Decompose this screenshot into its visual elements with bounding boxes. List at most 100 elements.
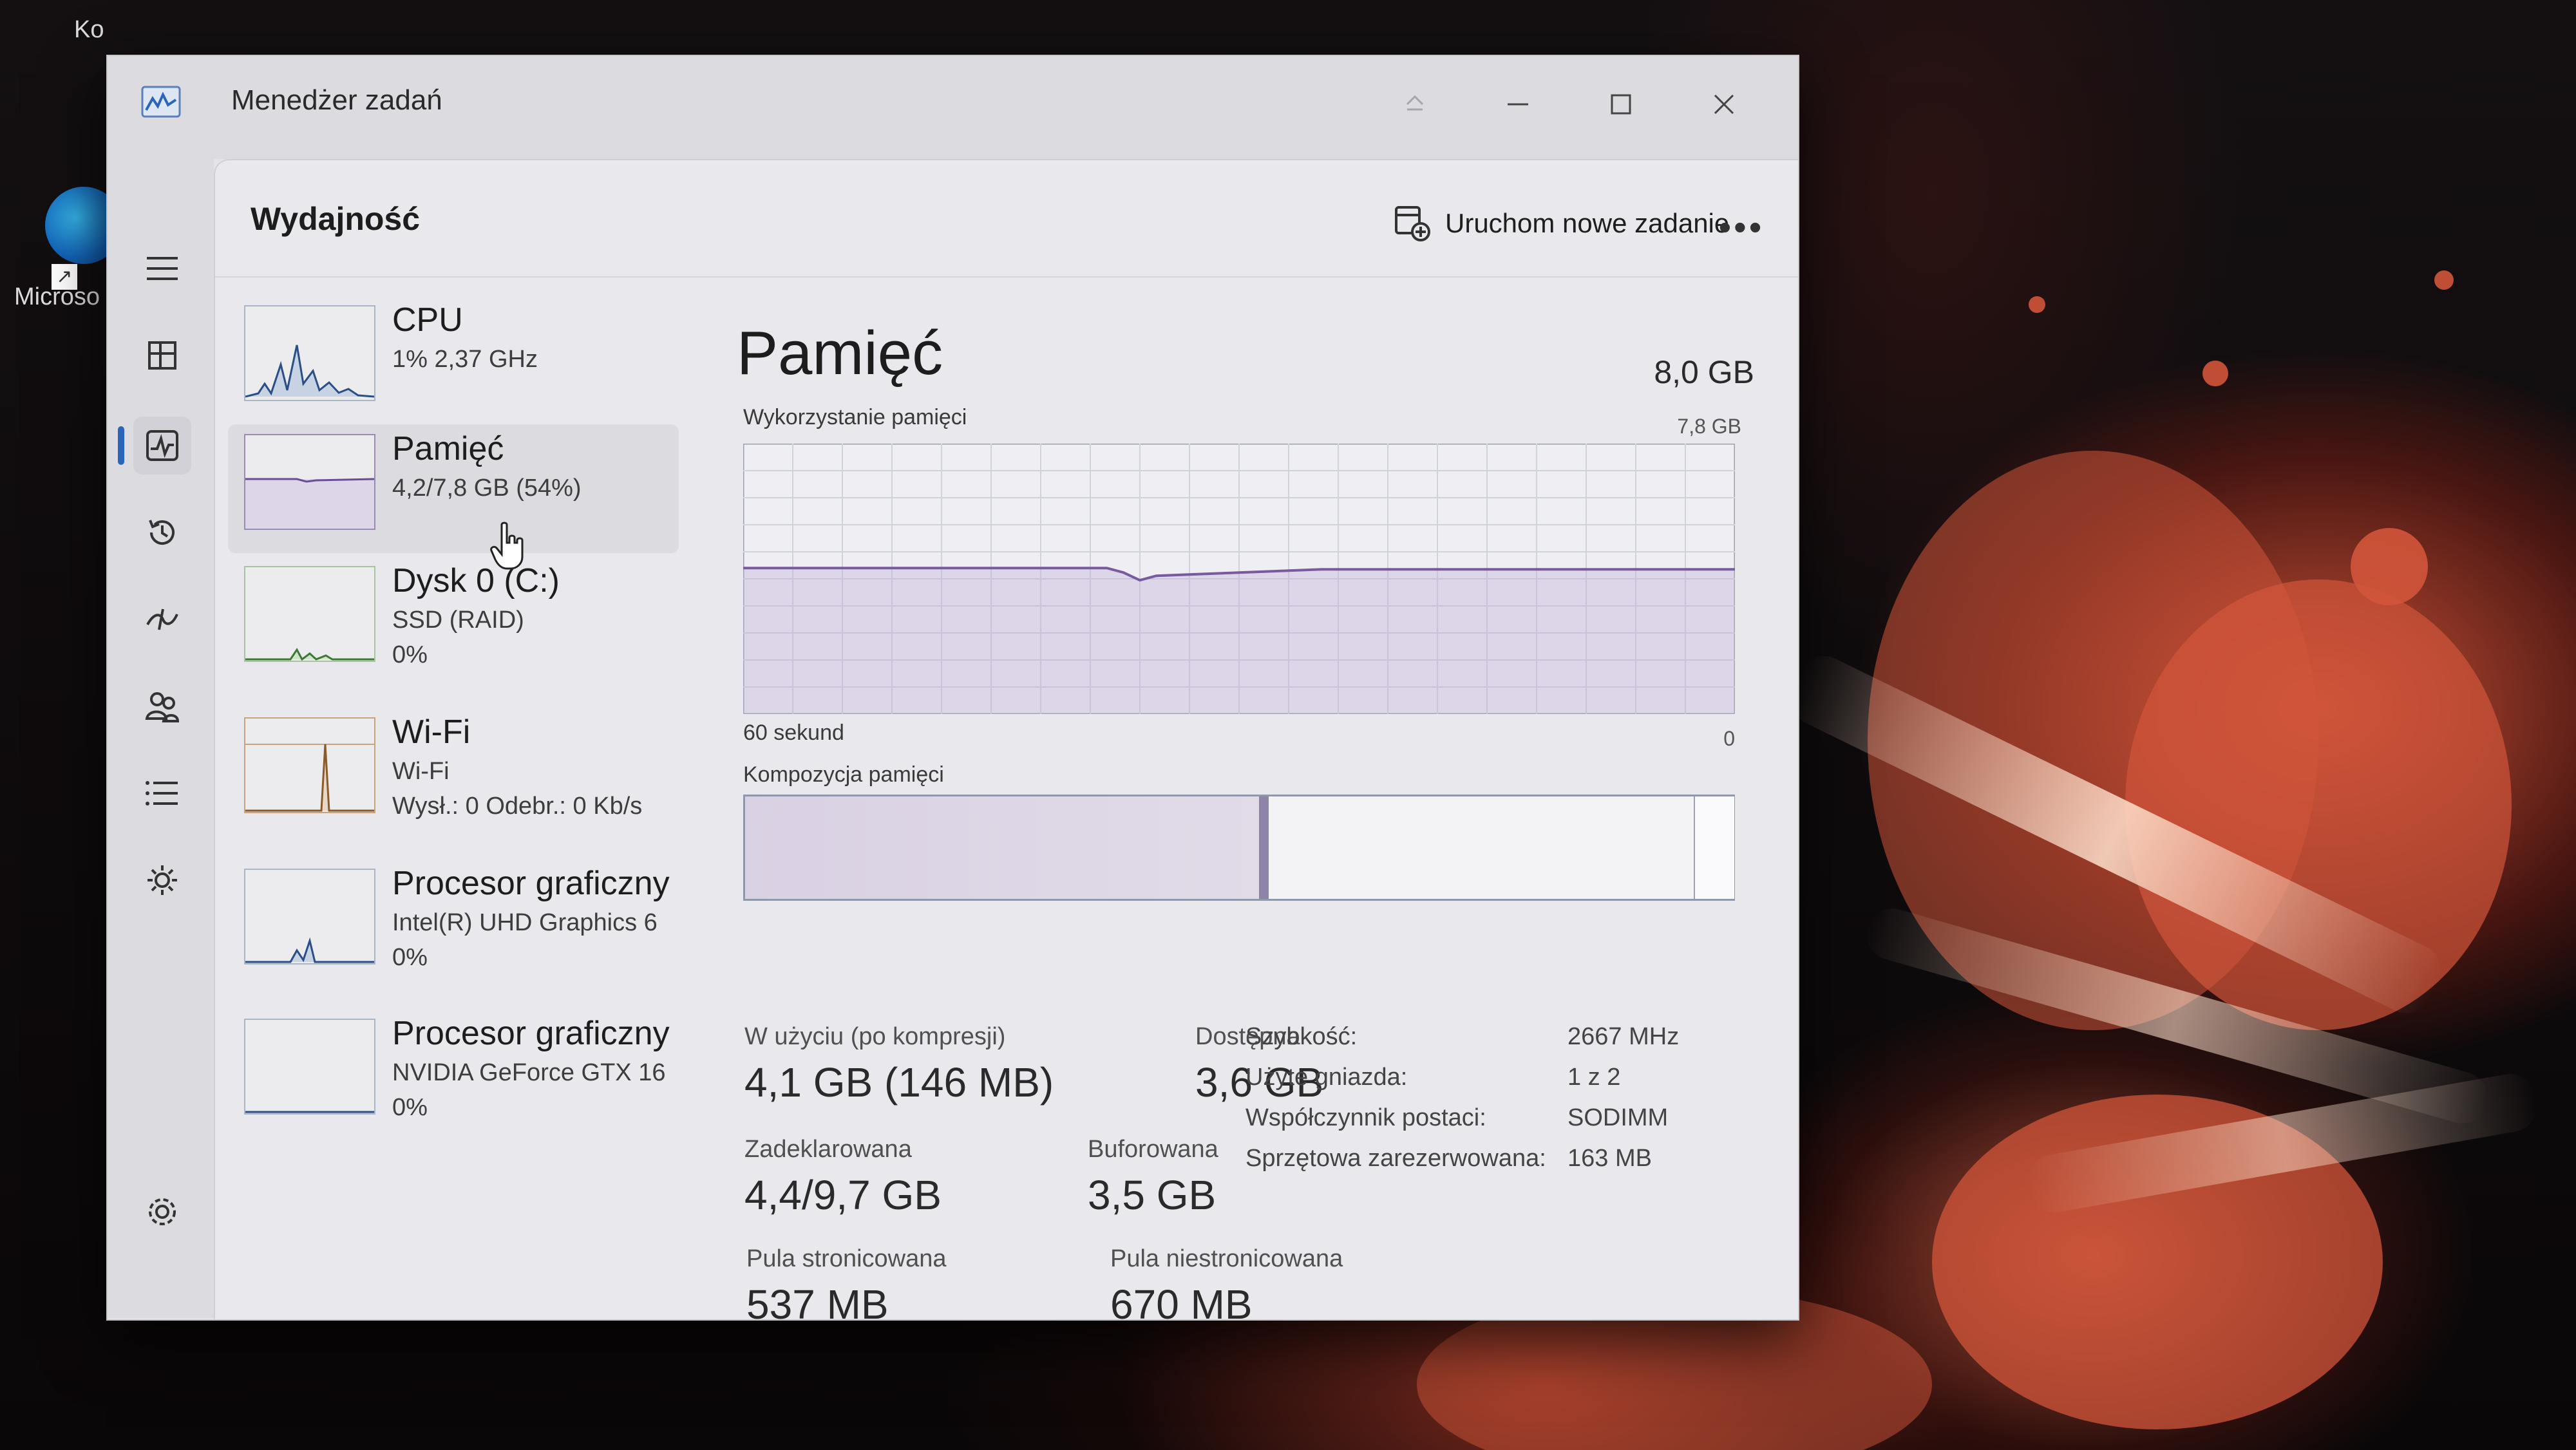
- cpu-sparkline: [245, 344, 374, 398]
- close-button[interactable]: [1692, 75, 1756, 133]
- memory-total: 8,0 GB: [1654, 354, 1754, 390]
- gpu0-sparkline: [245, 937, 374, 963]
- hamburger-menu-button[interactable]: [133, 240, 191, 297]
- device-throughput: Wysł.: 0 Odebr.: 0 Kb/s: [392, 793, 643, 820]
- paged-pool-value: 537 MB: [746, 1281, 889, 1321]
- gpu0-thumbnail-graph: [244, 869, 375, 965]
- device-item-gpu-0[interactable]: Procesor graficzny Intel(R) UHD Graphics…: [228, 859, 679, 988]
- processes-icon: [148, 341, 176, 370]
- splash-shape: [2434, 270, 2454, 290]
- nav-app-history[interactable]: [133, 504, 191, 561]
- hamburger-icon: [147, 257, 178, 280]
- nav-processes[interactable]: [133, 326, 191, 384]
- maximize-icon: [1611, 94, 1631, 115]
- device-item-wifi[interactable]: Wi-Fi Wi-Fi Wysł.: 0 Odebr.: 0 Kb/s: [228, 708, 679, 836]
- spec-speed-value: 2667 MHz: [1567, 1023, 1680, 1050]
- run-new-task-label: Uruchom nowe zadanie: [1445, 208, 1730, 238]
- cpu-thumbnail-graph: [244, 305, 375, 401]
- composition-label: Kompozycja pamięci: [743, 762, 944, 787]
- maximize-button[interactable]: [1589, 75, 1653, 133]
- disk-thumbnail-graph: [244, 566, 375, 662]
- device-title: CPU: [392, 301, 463, 339]
- usage-area: [743, 568, 1735, 714]
- composition-standby[interactable]: [1269, 796, 1694, 899]
- device-title: Procesor graficzny: [392, 865, 670, 902]
- committed-label: Zadeklarowana: [744, 1136, 912, 1163]
- device-subtitle: 1% 2,37 GHz: [392, 346, 538, 373]
- detail-title: Pamięć: [737, 319, 943, 388]
- graph-time-span-label: 60 sekund: [743, 720, 844, 745]
- cached-value: 3,5 GB: [1088, 1172, 1217, 1218]
- device-item-cpu[interactable]: CPU 1% 2,37 GHz: [228, 296, 679, 424]
- nav-details[interactable]: [133, 764, 191, 822]
- nav-performance[interactable]: [133, 417, 191, 475]
- spec-form-factor-value: SODIMM: [1567, 1104, 1669, 1131]
- startup-icon: [146, 608, 178, 630]
- settings-button[interactable]: [133, 1183, 191, 1241]
- nav-services[interactable]: [133, 851, 191, 909]
- spec-hw-reserved-value: 163 MB: [1567, 1145, 1652, 1172]
- task-manager-app-icon: [141, 86, 181, 118]
- device-item-disk[interactable]: Dysk 0 (C:) SSD (RAID) 0%: [228, 556, 679, 685]
- task-manager-window: Menedżer zadań Wydajność Uruchom nowe za…: [106, 55, 1799, 1321]
- title-bar[interactable]: Menedżer zadań: [108, 56, 1798, 159]
- spec-speed-key: Szybkość:: [1245, 1023, 1358, 1050]
- nonpaged-pool-value: 670 MB: [1110, 1281, 1253, 1321]
- device-item-gpu-1[interactable]: Procesor graficzny NVIDIA GeForce GTX 16…: [228, 1009, 679, 1138]
- device-item-memory[interactable]: Pamięć 4,2/7,8 GB (54%): [228, 424, 679, 553]
- gpu1-sparkline: [245, 1111, 374, 1113]
- active-indicator: [118, 426, 124, 465]
- nonpaged-pool-label: Pula niestronicowana: [1110, 1245, 1343, 1272]
- content-header: Wydajność Uruchom nowe zadanie •••: [215, 160, 1798, 278]
- memory-composition-bar: [743, 795, 1735, 901]
- desktop-icon-label: Ko: [74, 16, 104, 43]
- performance-icon: [146, 430, 178, 461]
- device-subtitle: SSD (RAID): [392, 607, 524, 634]
- more-options-button[interactable]: •••: [1712, 204, 1770, 249]
- usage-graph-label: Wykorzystanie pamięci: [743, 405, 967, 429]
- device-subtitle: Wi-Fi: [392, 758, 450, 785]
- desktop-icon-label: Microso: [14, 283, 100, 310]
- paged-pool-label: Pula stronicowana: [746, 1245, 947, 1272]
- in-use-label: W użyciu (po kompresji): [744, 1023, 1006, 1050]
- device-title: Dysk 0 (C:): [392, 562, 560, 599]
- graph-axis-zero: 0: [1723, 727, 1735, 750]
- device-subtitle: 4,2/7,8 GB (54%): [392, 475, 582, 502]
- minimize-button[interactable]: [1486, 75, 1550, 133]
- details-list-icon: [146, 781, 178, 805]
- memory-usage-graph: [743, 444, 1735, 714]
- nav-startup-apps[interactable]: [133, 590, 191, 648]
- composition-in-use[interactable]: [745, 796, 1259, 899]
- cached-label: Buforowana: [1088, 1136, 1218, 1163]
- committed-value: 4,4/9,7 GB: [744, 1172, 942, 1218]
- snap-icon: [1383, 75, 1447, 133]
- device-subtitle: Intel(R) UHD Graphics 6: [392, 909, 658, 936]
- device-title: Pamięć: [392, 430, 504, 467]
- desktop-icon-edge[interactable]: ↗ Microso: [0, 187, 122, 341]
- minimize-icon: [1508, 103, 1528, 106]
- device-title: Procesor graficzny: [392, 1015, 670, 1052]
- composition-free[interactable]: [1693, 796, 1734, 899]
- mouse-cursor-hand-icon: [490, 522, 524, 570]
- device-usage: 0%: [392, 1094, 428, 1121]
- splash-shape: [2202, 361, 2228, 386]
- wifi-thumbnail-graph: [244, 717, 375, 813]
- disk-sparkline: [245, 648, 374, 661]
- in-use-value: 4,1 GB (146 MB): [744, 1059, 1054, 1106]
- composition-modified[interactable]: [1258, 796, 1269, 899]
- performance-panel: Wydajność Uruchom nowe zadanie ••• CPU 1…: [214, 159, 1798, 1321]
- nav-users[interactable]: [133, 677, 191, 735]
- close-icon: [1714, 94, 1734, 115]
- settings-gear-icon: [149, 1198, 176, 1225]
- history-icon: [149, 520, 175, 545]
- users-icon: [145, 692, 180, 722]
- wifi-sparkline: [245, 744, 374, 812]
- splash-shape: [2351, 528, 2428, 605]
- desktop-icon-top[interactable]: Ko: [0, 0, 122, 116]
- page-title: Wydajność: [251, 201, 421, 237]
- spec-slots-key: Użyte gniazda:: [1245, 1064, 1408, 1091]
- spec-slots-value: 1 z 2: [1567, 1064, 1621, 1091]
- memory-sparkline: [245, 478, 374, 529]
- run-new-task-button[interactable]: Uruchom nowe zadanie: [1394, 198, 1729, 249]
- usage-graph-max: 7,8 GB: [1677, 415, 1741, 438]
